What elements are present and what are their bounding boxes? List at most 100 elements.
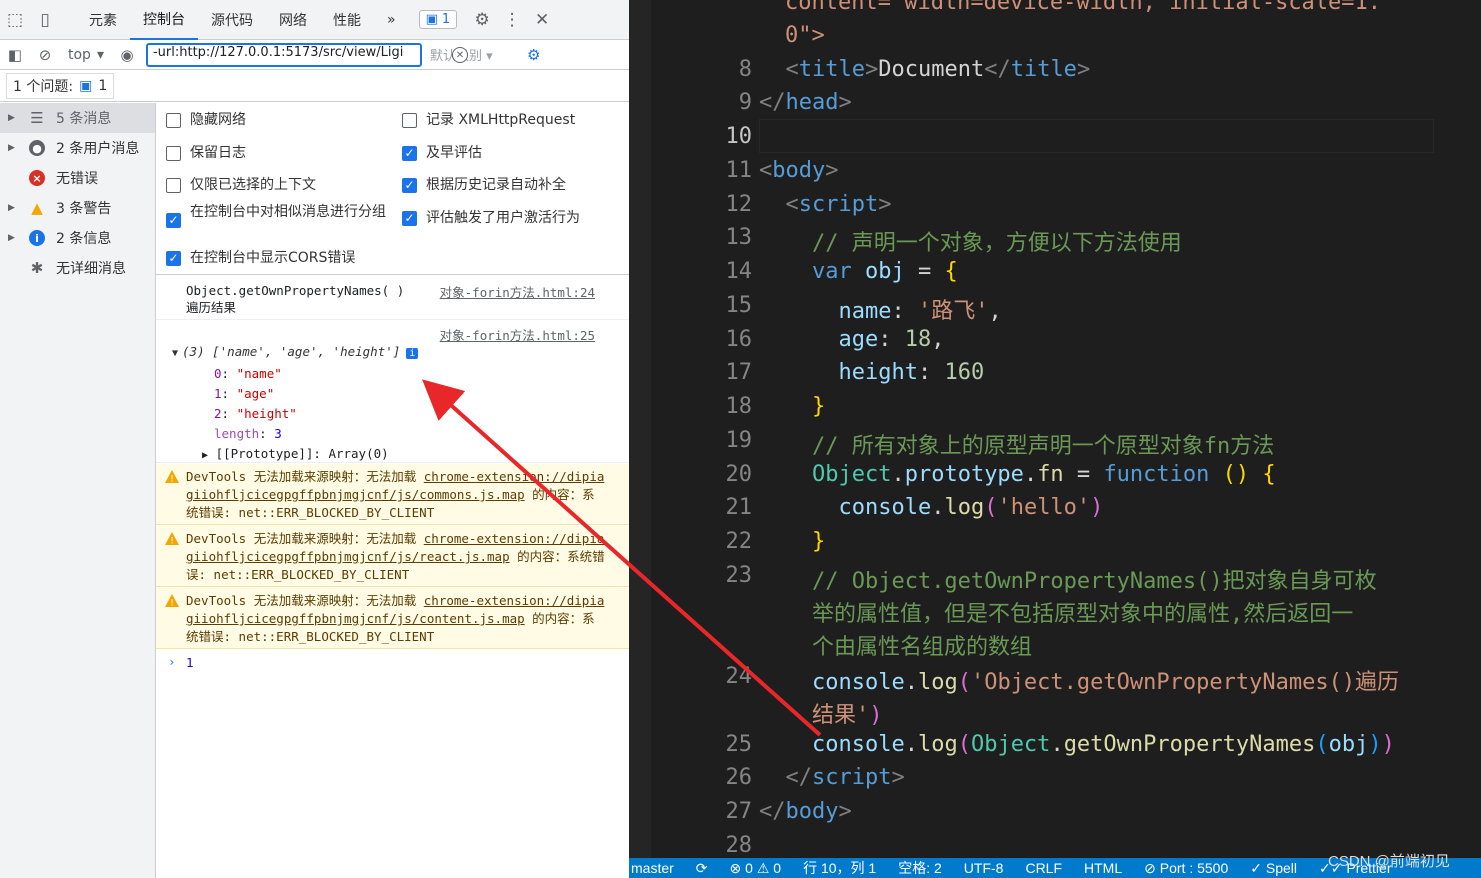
expand-arrow-icon[interactable]: ▶ [202,450,208,461]
sidebar-item-info[interactable]: ▶ i 2 条信息 [0,223,155,253]
spell-check[interactable]: ✓ Spell [1250,860,1297,877]
array-entry: 2: "height" [214,406,297,421]
tab-performance[interactable]: 性能 [320,0,374,40]
setting-show-cors-errors[interactable]: ✓ 在控制台中显示CORS错误 [166,250,355,267]
close-icon[interactable]: ✕ [527,0,557,40]
sidebar-item-label: 无详细消息 [56,261,126,277]
clear-filter-icon[interactable]: ✕ [452,47,468,63]
info-icon[interactable]: i [406,348,419,359]
code-line: console.log('Object.getOwnPropertyNames(… [811,670,1400,695]
code-string: 结果' [811,703,870,728]
setting-autocomplete-history[interactable]: ✓ 根据历史记录自动补全 [402,177,566,194]
code-comment: // 声明一个对象，方便以下方法使用 [811,231,1182,256]
clear-console-icon[interactable]: ⊘ [30,40,60,70]
sidebar-item-warnings[interactable]: ▶ ▲ 3 条警告 [0,193,155,223]
code-line: <title>Document</title> [785,57,1091,82]
sidebar-item-label: 3 条警告 [56,201,112,217]
checkbox[interactable] [166,113,181,128]
code-line: </script> [785,765,905,790]
console-toolbar: ◧ ⊘ top ▾ ◉ -url:http://127.0.0.1:5173/sr… [0,40,629,70]
line-ending[interactable]: CRLF [1025,860,1062,876]
issues-row: 1 个问题: ▣ 1 [0,71,629,102]
log-source-link[interactable]: 对象-forin方法.html:25 [440,325,595,344]
problems-count[interactable]: ⊗ 0 ⚠ 0 [730,860,782,877]
expand-arrow-icon[interactable]: ▼ [172,348,178,359]
eye-icon[interactable]: ◉ [112,40,142,70]
entry-value: "name" [236,366,282,381]
live-server-port[interactable]: ⊘ Port : 5500 [1144,860,1228,877]
gear-icon[interactable]: ⚙ [467,0,497,40]
console-settings-gear-icon[interactable]: ⚙ [519,40,549,70]
checkbox[interactable] [166,146,181,161]
code-comment: // Object.getOwnPropertyNames()把对象自身可枚 [811,569,1377,594]
tab-console[interactable]: 控制台 [130,0,198,40]
setting-label: 在控制台中显示CORS错误 [190,250,356,266]
checkbox[interactable] [166,178,181,193]
sidebar-toggle-icon[interactable]: ◧ [0,40,30,70]
checkbox[interactable]: ✓ [166,251,181,266]
code-line: var obj = { [811,259,958,284]
inspect-element-icon[interactable]: ⬚ [0,0,30,40]
tab-sources[interactable]: 源代码 [198,0,266,40]
more-tabs-icon[interactable]: » [374,0,409,40]
code-string: '路飞' [917,299,989,324]
setting-group-similar[interactable]: ✓ 在控制台中对相似消息进行分组 [166,204,396,228]
setting-user-activation[interactable]: ✓ 评估触发了用户激活行为 [402,210,580,227]
length-key: length [214,426,260,441]
checkbox[interactable]: ✓ [402,178,417,193]
sidebar-item-user-messages[interactable]: ▶ ● 2 条用户消息 [0,133,155,163]
line-number: 9 [738,90,752,115]
expand-arrow-icon[interactable]: ▶ [8,203,24,213]
devtools-tabbar: ⬚ ▯ 元素 控制台 源代码 网络 性能 » ▣ 1 ⚙ ⋮ ✕ [0,0,629,40]
array-prototype[interactable]: ▶ [[Prototype]]: Array(0) [202,444,389,466]
code-line: name: '路飞', [838,299,1002,324]
result-chevron-icon: › [168,654,176,669]
warning-text: DevTools 无法加载来源映射：无法加载 chrome-extension:… [186,592,606,646]
code-line: // 所有对象上的原型声明一个原型对象fn方法 [759,428,1274,460]
setting-label: 及早评估 [426,145,482,161]
code-line-wrap: 举的属性值，但是不包括原型对象中的属性,然后返回一 [759,596,1353,628]
line-number: 13 [725,225,753,250]
tab-elements[interactable]: 元素 [76,0,130,40]
entry-key: 0 [214,366,222,381]
issues-badge-count: 1 [441,12,451,27]
language-mode[interactable]: HTML [1084,860,1122,876]
line-number: 24 [725,664,753,689]
device-toolbar-icon[interactable]: ▯ [30,0,60,40]
expand-arrow-icon[interactable]: ▶ [8,143,24,153]
setting-hide-network[interactable]: 隐藏网络 [166,112,246,129]
checkbox[interactable]: ✓ [166,213,181,228]
setting-log-xhr[interactable]: 记录 XMLHttpRequest [402,112,575,129]
tab-network[interactable]: 网络 [266,0,320,40]
setting-preserve-log[interactable]: 保留日志 [166,145,246,162]
checkbox[interactable] [402,113,417,128]
filter-input[interactable]: -url:http://127.0.0.1:5173/src/view/Ligi [145,42,422,67]
code-line: 0"> [759,23,825,48]
array-summary[interactable]: ▼ (3) ['name', 'age', 'height'] i [172,344,419,359]
line-number: 10 [725,124,753,149]
context-selector[interactable]: top ▾ [60,47,112,63]
code-comment: 举的属性值，但是不包括原型对象中的属性,然后返回一 [811,602,1354,627]
issues-link[interactable]: 1 个问题: ▣ 1 [6,73,115,99]
git-branch[interactable]: master [631,860,674,876]
cursor-position[interactable]: 行 10，列 1 [803,858,876,878]
line-number: 25 [725,732,753,757]
kebab-menu-icon[interactable]: ⋮ [497,0,527,40]
setting-eager-eval[interactable]: ✓ 及早评估 [402,145,482,162]
sidebar-item-errors[interactable]: × 无错误 [0,163,155,193]
indentation[interactable]: 空格: 2 [898,858,942,878]
code-line-wrap: 结果') [811,703,883,728]
checkbox[interactable]: ✓ [402,146,417,161]
checkbox[interactable]: ✓ [402,211,417,226]
line-number: 17 [725,360,753,385]
sidebar-item-verbose[interactable]: ✱ 无详细消息 [0,253,155,283]
log-source-link[interactable]: 对象-forin方法.html:24 [440,282,595,301]
issues-badge[interactable]: ▣ 1 [418,10,458,29]
sidebar-item-messages[interactable]: ▶ ☰ 5 条消息 [0,103,155,133]
console-prompt[interactable] [156,676,629,876]
sync-icon[interactable]: ⟳ [696,860,708,877]
expand-arrow-icon[interactable]: ▶ [8,233,24,243]
expand-arrow-icon[interactable]: ▶ [8,113,24,123]
file-encoding[interactable]: UTF-8 [964,860,1004,876]
setting-selected-context-only[interactable]: 仅限已选择的上下文 [166,177,316,194]
